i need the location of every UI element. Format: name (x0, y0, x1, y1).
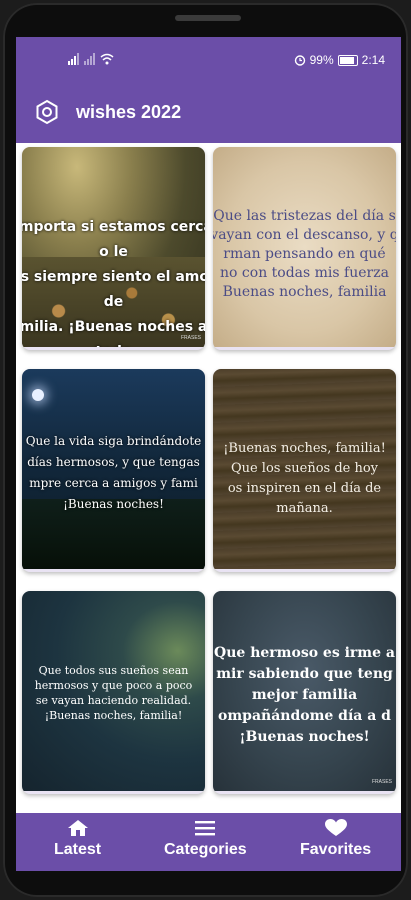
home-icon (67, 820, 88, 836)
wish-quote: Que hermoso es irme a mir sabiendo que t… (214, 645, 395, 745)
nav-favorites[interactable]: Favorites (300, 819, 371, 859)
wish-quote: importa si estamos cerca o le os siempre… (22, 219, 205, 347)
menu-icon (195, 821, 216, 836)
nav-latest[interactable]: Latest (54, 819, 101, 859)
settings-icon[interactable] (34, 99, 60, 125)
bottom-navigation: Latest Categories Favorites (16, 813, 401, 871)
wish-quote: Que la vida siga brindándote días hermos… (25, 434, 202, 511)
status-bar: 99% 2:14 (16, 37, 401, 85)
moon (32, 389, 44, 401)
battery-icon (337, 54, 358, 66)
wish-card[interactable]: Que todos sus sueños sean hermosos y que… (22, 591, 205, 794)
wish-image: importa si estamos cerca o le os siempre… (22, 147, 205, 347)
sim2-signal-icon (84, 53, 95, 65)
wishes-grid: importa si estamos cerca o le os siempre… (16, 143, 401, 813)
wish-image: Que todos sus sueños sean hermosos y que… (22, 591, 205, 791)
status-icons-left (68, 53, 114, 65)
wish-image: ¡Buenas noches, familia! Que los sueños … (213, 369, 396, 569)
nav-categories-label: Categories (164, 841, 247, 858)
battery-percent: 99% (309, 53, 334, 67)
alarm-icon (294, 55, 305, 66)
wish-image: Que hermoso es irme a mir sabiendo que t… (213, 591, 396, 791)
wish-quote: ¡Buenas noches, familia! Que los sueños … (223, 441, 386, 516)
wish-card[interactable]: Que la vida siga brindándote días hermos… (22, 369, 205, 572)
phone-frame: 99% 2:14 wishes 2022 importa si estamos … (3, 3, 408, 897)
wish-card[interactable]: ¡Buenas noches, familia! Que los sueños … (213, 369, 396, 572)
nav-latest-label: Latest (54, 841, 102, 858)
speaker-grille (175, 15, 241, 21)
status-icons-right: 99% 2:14 (294, 53, 385, 67)
wifi-icon (100, 53, 114, 65)
wish-card[interactable]: importa si estamos cerca o le os siempre… (22, 147, 205, 350)
app-title: wishes 2022 (76, 102, 182, 122)
clock: 2:14 (361, 53, 385, 67)
watermark: FRASES (180, 335, 201, 341)
wish-card[interactable]: Que las tristezas del día s vayan con el… (213, 147, 396, 350)
watermark: FRASES (371, 779, 392, 785)
wish-quote: Que todos sus sueños sean hermosos y que… (34, 664, 193, 722)
heart-icon (324, 819, 347, 836)
wish-image: Que las tristezas del día s vayan con el… (213, 147, 396, 347)
app-bar: wishes 2022 (16, 85, 401, 143)
wish-image: Que la vida siga brindándote días hermos… (22, 369, 205, 569)
screen: 99% 2:14 wishes 2022 importa si estamos … (16, 37, 401, 871)
nav-categories[interactable]: Categories (164, 819, 247, 859)
sim1-signal-icon (68, 53, 79, 65)
nav-favorites-label: Favorites (300, 841, 372, 858)
wish-quote: Que las tristezas del día s vayan con el… (213, 208, 396, 300)
wish-card[interactable]: Que hermoso es irme a mir sabiendo que t… (213, 591, 396, 794)
